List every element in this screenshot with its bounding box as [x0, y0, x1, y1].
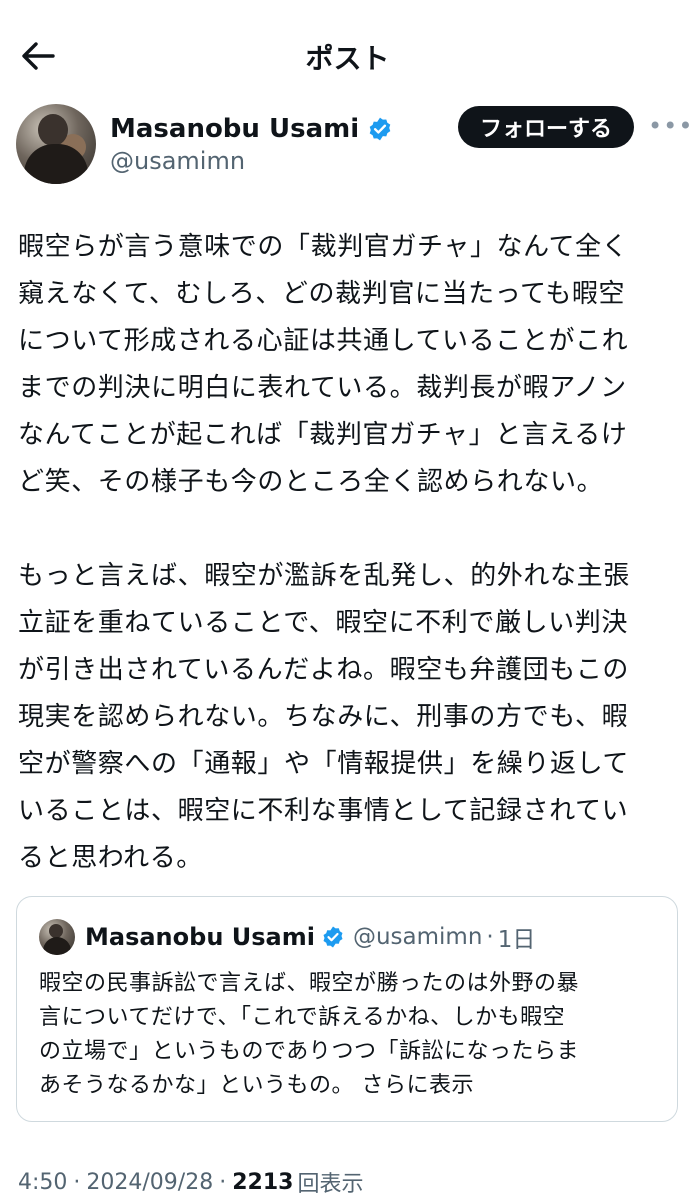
quoted-line-text: あそうなるかな」というもの。	[39, 1073, 355, 1098]
post-line: について形成される心証は共通していることがこれ	[18, 326, 629, 356]
post-line: 現実を認められない。ちなみに、刑事の方でも、暇	[18, 702, 629, 732]
views-count: 2213	[232, 1169, 294, 1195]
author-name-row[interactable]: Masanobu Usami	[110, 114, 393, 144]
separator-dot: ·	[73, 1169, 81, 1195]
post-line: までの判決に明白に表れている。裁判長が暇アノン	[18, 373, 627, 403]
post-paragraph: もっと言えば、暇空が濫訴を乱発し、的外れな主張 立証を重ねていることで、暇空に不…	[18, 553, 678, 882]
avatar[interactable]	[16, 104, 96, 184]
author-name[interactable]: Masanobu Usami	[110, 114, 359, 144]
post-line: が引き出されているんだよね。暇空も弁護団もこの	[18, 655, 630, 685]
quoted-timestamp: 1日	[497, 927, 536, 953]
quoted-line: 暇空の民事訴訟で言えば、暇空が勝ったのは外野の暴	[39, 971, 580, 996]
quoted-line: 言についてだけで、「これで訴えるかね、しかも暇空	[39, 1005, 566, 1030]
quoted-post-text: 暇空の民事訴訟で言えば、暇空が勝ったのは外野の暴 言についてだけで、「これで訴え…	[39, 967, 659, 1103]
follow-button[interactable]: フォローする	[458, 106, 634, 148]
page-title: ポスト	[305, 42, 390, 75]
quoted-line-last: あそうなるかな」というもの。 さらに表示	[39, 1069, 659, 1103]
quoted-author-name: Masanobu Usami	[85, 923, 315, 951]
show-more-link[interactable]: さらに表示	[362, 1073, 475, 1098]
post-line: 窺えなくて、むしろ、どの裁判官に当たっても暇空	[18, 279, 626, 309]
quoted-post-header: Masanobu Usami @usamimn · 1日	[39, 919, 535, 955]
post-meta: 4:50 · 2024/09/28 · 2213 回表示	[18, 1166, 363, 1198]
post-line: 空が警察への「通報」や「情報提供」を繰り返して	[18, 749, 630, 779]
separator-dot: ·	[219, 1169, 227, 1195]
author-handle[interactable]: @usamimn	[110, 147, 245, 175]
post-line: ど笑、その様子も今のところ全く認められない。	[18, 467, 604, 497]
verified-badge-icon	[369, 117, 391, 141]
verified-badge-icon	[323, 926, 343, 948]
post-date[interactable]: 2024/09/28	[86, 1170, 213, 1195]
separator-dot: ·	[486, 924, 494, 950]
quoted-post[interactable]: Masanobu Usami @usamimn · 1日 暇空の民事訴訟で言えば…	[16, 896, 678, 1122]
post-line: なんてことが起これば「裁判官ガチャ」と言えるけ	[18, 420, 628, 450]
more-options-icon[interactable]: •••	[648, 114, 692, 140]
quoted-line: の立場で」というものでありつつ「訴訟になったらま	[39, 1039, 580, 1064]
quoted-avatar	[39, 919, 75, 955]
post-line: ると思われる。	[18, 843, 203, 873]
post-time[interactable]: 4:50	[18, 1170, 67, 1195]
top-bar: ポスト	[0, 0, 695, 110]
post-line: いることは、暇空に不利な事情として記録されてい	[18, 796, 629, 826]
post-line: 暇空らが言う意味での「裁判官ガチャ」なんて全く	[18, 232, 629, 262]
post-line: もっと言えば、暇空が濫訴を乱発し、的外れな主張	[18, 561, 630, 591]
post-text: 暇空らが言う意味での「裁判官ガチャ」なんて全く 窺えなくて、むしろ、どの裁判官に…	[18, 224, 678, 882]
post-line: 立証を重ねていることで、暇空に不利で厳しい判決	[18, 608, 628, 638]
views-label: 回表示	[297, 1172, 364, 1197]
quoted-author-handle: @usamimn	[352, 924, 483, 950]
author-row: Masanobu Usami @usamimn フォローする •••	[0, 100, 695, 190]
post-paragraph: 暇空らが言う意味での「裁判官ガチャ」なんて全く 窺えなくて、むしろ、どの裁判官に…	[18, 224, 678, 506]
